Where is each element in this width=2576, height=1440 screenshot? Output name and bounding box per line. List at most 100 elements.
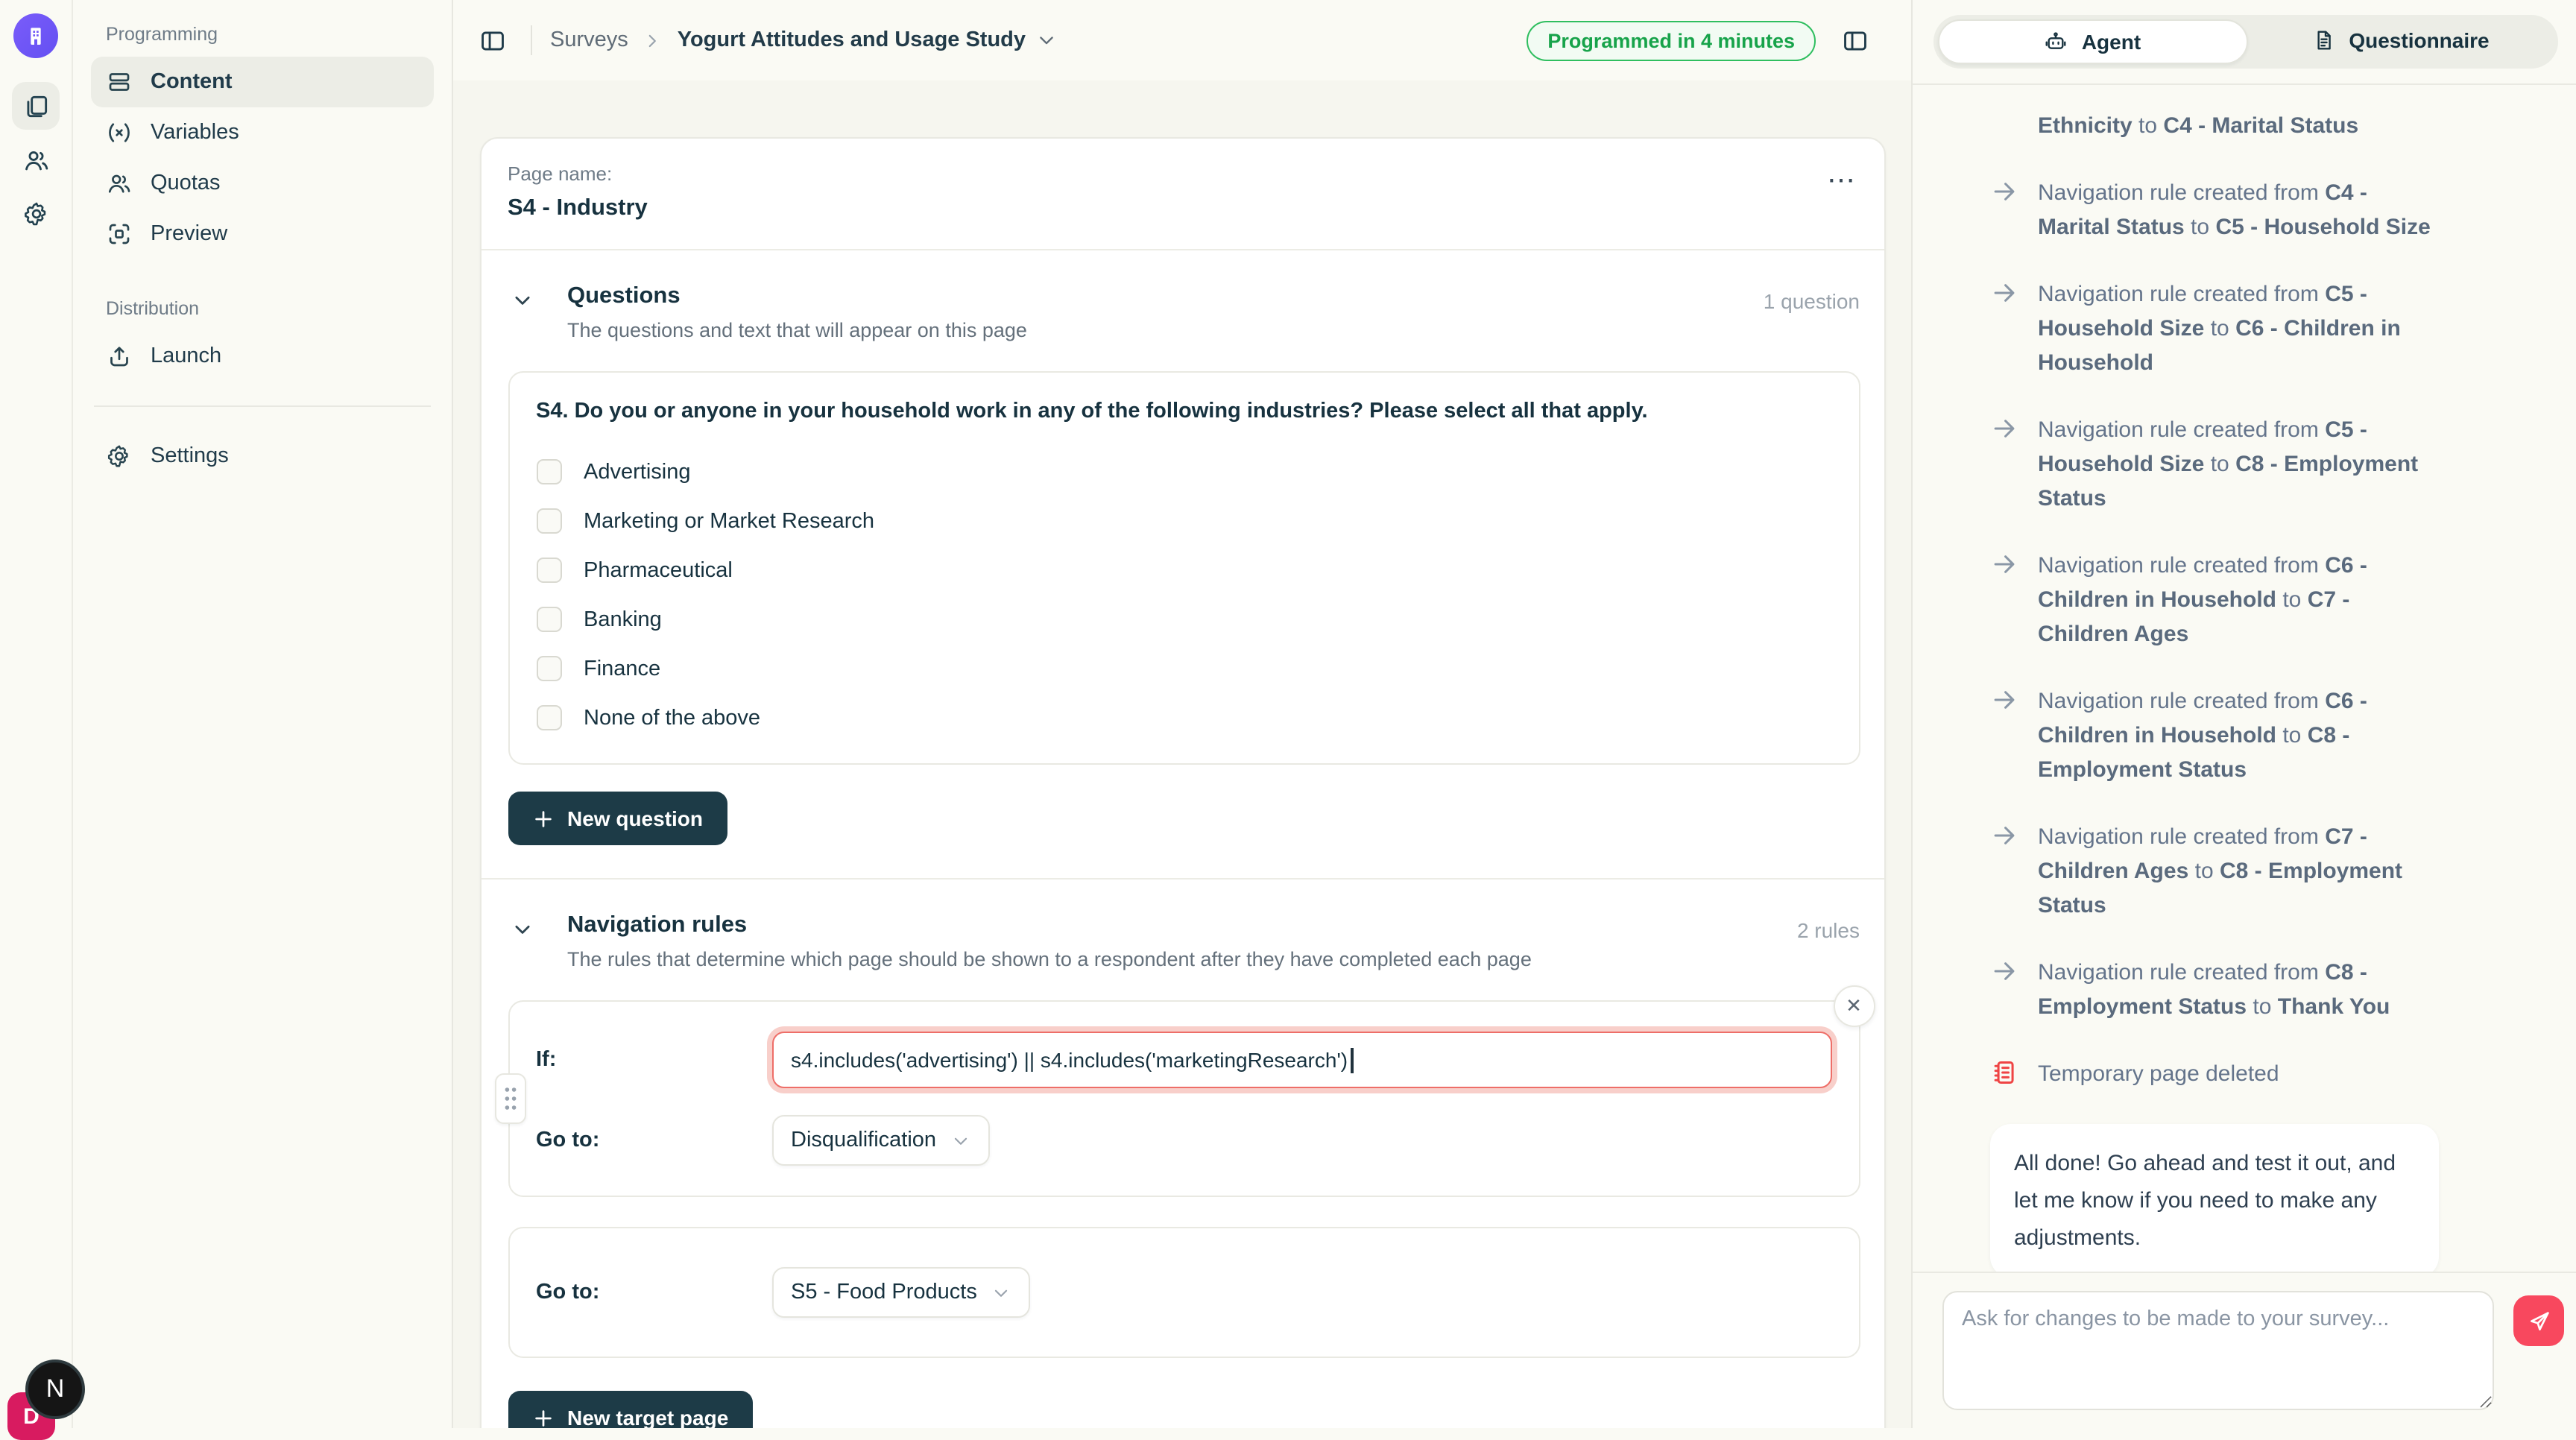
agent-message-text: Navigation rule created from C7 - Childr… bbox=[2038, 820, 2439, 923]
new-question-button[interactable]: New question bbox=[508, 792, 727, 845]
agent-message-text: Temporary page deleted bbox=[2038, 1057, 2279, 1091]
answer-option-label: Advertising bbox=[584, 460, 690, 484]
sidebar-item-launch[interactable]: Launch bbox=[91, 331, 434, 382]
rail-audience-button[interactable] bbox=[12, 136, 60, 183]
agent-message-text: Navigation rule created from C8 - Employ… bbox=[2038, 956, 2439, 1024]
rows-icon bbox=[106, 69, 133, 95]
n-badge[interactable]: N bbox=[25, 1360, 85, 1419]
sidebar: Programming Content Variables Quotas Pre… bbox=[73, 0, 453, 1428]
plus-icon bbox=[531, 807, 554, 830]
goto-select-disqualification[interactable]: Disqualification bbox=[771, 1115, 990, 1166]
checkbox[interactable] bbox=[536, 558, 561, 583]
arrow-right-icon bbox=[1990, 414, 2020, 444]
org-avatar[interactable] bbox=[13, 13, 58, 58]
arrow-right-icon bbox=[1990, 686, 2020, 716]
preview-frame-icon bbox=[106, 221, 133, 247]
gear-icon bbox=[22, 199, 50, 227]
users-icon bbox=[106, 170, 133, 197]
pages-icon bbox=[22, 92, 50, 120]
sidebar-item-quotas[interactable]: Quotas bbox=[91, 158, 434, 209]
checkbox[interactable] bbox=[536, 508, 561, 534]
panel-tabs: Agent Questionnaire bbox=[1933, 15, 2558, 69]
arrow-right-icon bbox=[1990, 550, 2020, 580]
programmed-time-badge: Programmed in 4 minutes bbox=[1527, 20, 1816, 60]
collapse-rules-icon[interactable] bbox=[511, 918, 534, 942]
answer-option[interactable]: Marketing or Market Research bbox=[536, 496, 1831, 546]
remove-rule-button[interactable]: ✕ bbox=[1833, 985, 1875, 1027]
answer-option-label: Banking bbox=[584, 607, 662, 631]
sidebar-section-programming: Programming bbox=[91, 18, 434, 57]
sidebar-item-label: Launch bbox=[151, 344, 221, 368]
checkbox[interactable] bbox=[536, 607, 561, 632]
rail-settings-button[interactable] bbox=[12, 189, 60, 237]
agent-message-list[interactable]: Ethnicity to C4 - Marital Status Navigat… bbox=[1913, 85, 2576, 1272]
dev-badges: D N bbox=[0, 1339, 72, 1428]
checkbox[interactable] bbox=[536, 705, 561, 730]
answer-option-label: None of the above bbox=[584, 706, 760, 730]
tab-agent[interactable]: Agent bbox=[1938, 19, 2247, 64]
checkbox[interactable] bbox=[536, 459, 561, 484]
agent-message-text: Navigation rule created from C6 - Childr… bbox=[2038, 549, 2439, 651]
main-panel: Surveys Yogurt Attitudes and Usage Study… bbox=[453, 0, 1911, 1428]
questions-title: Questions bbox=[567, 283, 1764, 310]
question-options: Advertising Marketing or Market Research… bbox=[536, 447, 1831, 742]
agent-message-text: Navigation rule created from C5 - Househ… bbox=[2038, 413, 2439, 516]
tab-questionnaire[interactable]: Questionnaire bbox=[2247, 19, 2554, 61]
header-separator bbox=[531, 25, 532, 55]
chevron-down-icon bbox=[951, 1131, 970, 1150]
users-icon bbox=[22, 145, 50, 174]
sidebar-item-label: Content bbox=[151, 70, 233, 94]
send-button[interactable] bbox=[2513, 1295, 2564, 1346]
questions-section: Questions The questions and text that wi… bbox=[481, 250, 1884, 878]
answer-option[interactable]: None of the above bbox=[536, 693, 1831, 742]
question-block[interactable]: S4. Do you or anyone in your household w… bbox=[508, 371, 1860, 765]
new-target-page-button[interactable]: New target page bbox=[508, 1391, 752, 1428]
rail-surveys-button[interactable] bbox=[12, 82, 60, 130]
answer-option[interactable]: Finance bbox=[536, 644, 1831, 693]
agent-chat-bubble: All done! Go ahead and test it out, and … bbox=[1990, 1124, 2439, 1272]
questions-count: 1 question bbox=[1764, 289, 1860, 313]
collapse-questions-icon[interactable] bbox=[511, 289, 534, 313]
arrow-right-icon bbox=[1990, 177, 2020, 207]
survey-title-menu[interactable]: Yogurt Attitudes and Usage Study bbox=[678, 28, 1057, 52]
answer-option-label: Pharmaceutical bbox=[584, 558, 733, 582]
sidebar-item-content[interactable]: Content bbox=[91, 57, 434, 107]
sidebar-item-preview[interactable]: Preview bbox=[91, 209, 434, 259]
chat-input-area bbox=[1913, 1272, 2576, 1428]
answer-option[interactable]: Pharmaceutical bbox=[536, 546, 1831, 595]
chat-input[interactable] bbox=[1942, 1291, 2494, 1410]
upload-icon bbox=[106, 343, 133, 370]
toggle-left-panel-icon[interactable] bbox=[471, 19, 513, 61]
document-icon bbox=[2311, 28, 2335, 52]
breadcrumb-surveys[interactable]: Surveys bbox=[550, 28, 628, 52]
answer-option[interactable]: Banking bbox=[536, 595, 1831, 644]
agent-message: Navigation rule created from C6 - Childr… bbox=[1990, 549, 2439, 651]
rules-count: 2 rules bbox=[1797, 918, 1860, 942]
agent-message: Navigation rule created from C6 - Childr… bbox=[1990, 684, 2439, 787]
condition-input[interactable]: s4.includes('advertising') || s4.include… bbox=[771, 1032, 1831, 1088]
answer-option[interactable]: Advertising bbox=[536, 447, 1831, 496]
agent-message: Navigation rule created from C5 - Househ… bbox=[1990, 277, 2439, 380]
agent-message-text: Navigation rule created from C5 - Househ… bbox=[2038, 277, 2439, 380]
sidebar-item-label: Quotas bbox=[151, 171, 221, 195]
page-name: S4 - Industry bbox=[508, 195, 648, 222]
deleted-page-icon bbox=[1990, 1058, 2020, 1088]
drag-handle[interactable] bbox=[494, 1073, 525, 1124]
page-card-s4: Page name: S4 - Industry ⋯ Questions bbox=[479, 137, 1885, 1428]
checkbox[interactable] bbox=[536, 656, 561, 681]
navigation-rules-section: Navigation rules The rules that determin… bbox=[481, 880, 1884, 1428]
arrow-right-icon bbox=[1990, 957, 2020, 987]
goto-label: Go to: bbox=[536, 1280, 771, 1304]
agent-message: Temporary page deleted bbox=[1990, 1057, 2439, 1091]
sidebar-item-variables[interactable]: Variables bbox=[91, 107, 434, 158]
goto-select-s5[interactable]: S5 - Food Products bbox=[771, 1267, 1031, 1318]
icon-rail: D N bbox=[0, 0, 73, 1428]
agent-message-text: Navigation rule created from C6 - Childr… bbox=[2038, 684, 2439, 787]
sidebar-item-label: Settings bbox=[151, 444, 229, 468]
survey-pages-scroll[interactable]: Page name: S4 - Industry ⋯ Questions bbox=[453, 80, 1911, 1428]
toggle-right-panel-icon[interactable] bbox=[1834, 19, 1875, 61]
sidebar-item-label: Preview bbox=[151, 222, 227, 246]
sidebar-item-settings[interactable]: Settings bbox=[91, 431, 434, 481]
page-menu-button[interactable]: ⋯ bbox=[1824, 162, 1860, 201]
goto-label: Go to: bbox=[536, 1128, 771, 1152]
